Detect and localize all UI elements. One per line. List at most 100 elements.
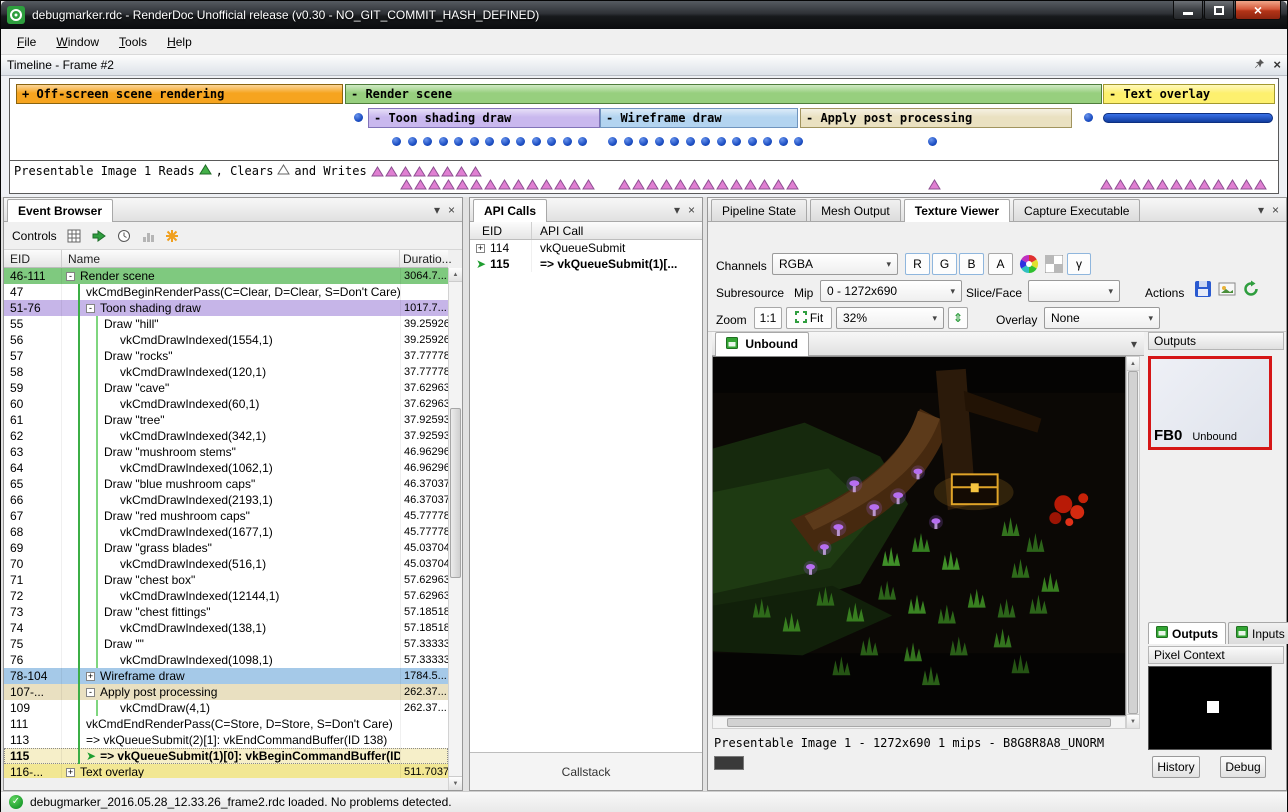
column-api-call[interactable]: API Call [532,222,702,239]
timeline-drawcall-dot[interactable] [928,137,937,146]
tab-outputs[interactable]: Outputs [1148,622,1226,644]
mip-select[interactable]: 0 - 1272x690▾ [820,280,962,302]
timeline-drawcall-dot[interactable] [532,137,541,146]
timeline-overlay-pill[interactable] [1103,113,1273,123]
timeline-drawcall-dot[interactable] [763,137,772,146]
timeline-drawcall-dot[interactable] [717,137,726,146]
api-call-row[interactable]: ➤115=> vkQueueSubmit(1)[... [470,256,702,272]
event-row[interactable]: 62vkCmdDrawIndexed(342,1)37.92593 [4,428,448,444]
api-call-row[interactable]: +114vkQueueSubmit [470,240,702,256]
history-button[interactable]: History [1152,756,1200,778]
timeline-bar[interactable]: - Toon shading draw [368,108,600,128]
tab-texture-viewer[interactable]: Texture Viewer [904,199,1010,222]
timeline-drawcall-dot[interactable] [624,137,633,146]
zoom-1-1-button[interactable]: 1:1 [754,307,782,329]
timeline-bar[interactable]: - Text overlay [1103,84,1275,104]
scroll-down-icon[interactable]: ▼ [449,776,462,790]
scrollbar-thumb[interactable] [450,408,461,578]
event-row[interactable]: 113=> vkQueueSubmit(2)[1]: vkEndCommandB… [4,732,448,748]
event-row[interactable]: 57Draw "rocks"37.77778 [4,348,448,364]
tab-event-browser[interactable]: Event Browser [7,199,113,222]
channel-r-button[interactable]: R [905,253,930,275]
stats-icon[interactable] [141,229,155,243]
menu-tools[interactable]: Tools [109,31,157,53]
tree-expander[interactable]: - [66,272,75,281]
dock-close-icon[interactable]: × [448,203,455,217]
tab-inputs[interactable]: Inputs [1228,622,1288,644]
texture-horizontal-scrollbar[interactable] [712,716,1126,729]
menu-window[interactable]: Window [46,31,109,53]
tree-expander[interactable]: + [476,244,485,253]
event-row[interactable]: 67Draw "red mushroom caps"45.77778 [4,508,448,524]
timeline-drawcall-dot[interactable] [655,137,664,146]
event-row[interactable]: 69Draw "grass blades"45.03704 [4,540,448,556]
timeline-drawcall-dot[interactable] [392,137,401,146]
dock-dropdown-icon[interactable]: ▾ [1258,203,1264,217]
column-name[interactable]: Name [62,250,400,267]
timeline-drawcall-dot[interactable] [578,137,587,146]
event-row[interactable]: 55Draw "hill"39.25926 [4,316,448,332]
checkerboard-icon[interactable] [1045,255,1063,276]
event-row[interactable]: 64vkCmdDrawIndexed(1062,1)46.96296 [4,460,448,476]
event-row[interactable]: 72vkCmdDrawIndexed(12144,1)57.62963 [4,588,448,604]
event-row[interactable]: 65Draw "blue mushroom caps"46.37037 [4,476,448,492]
tab-mesh-output[interactable]: Mesh Output [810,199,901,221]
event-row[interactable]: 109vkCmdDraw(4,1)262.37... [4,700,448,716]
usage-markers[interactable] [1100,179,1267,190]
time-durations-icon[interactable] [165,229,179,243]
timeline-drawcall-dot[interactable] [516,137,525,146]
event-row[interactable]: 74vkCmdDrawIndexed(138,1)57.18518 [4,620,448,636]
tab-api-calls[interactable]: API Calls [473,199,547,222]
gamma-button[interactable]: γ [1067,253,1091,275]
event-row[interactable]: 58vkCmdDrawIndexed(120,1)37.77778 [4,364,448,380]
timeline-bar[interactable]: + Off-screen scene rendering [16,84,343,104]
menu-file[interactable]: File [7,31,46,53]
event-row[interactable]: 75Draw ""57.33333 [4,636,448,652]
close-panel-icon[interactable]: × [1273,59,1281,71]
timeline-drawcall-dot[interactable] [354,113,363,122]
timeline-drawcall-dot[interactable] [485,137,494,146]
column-eid[interactable]: EID [470,222,532,239]
event-row[interactable]: 46-111-Render scene3064.7... [4,268,448,284]
dock-close-icon[interactable]: × [1272,203,1279,217]
zoom-fit-button[interactable]: Fit [786,307,832,329]
menu-help[interactable]: Help [157,31,202,53]
column-eid[interactable]: EID [4,250,62,267]
channels-select[interactable]: RGBA▾ [772,253,898,275]
channel-a-button[interactable]: A [988,253,1013,275]
overlay-select[interactable]: None▾ [1044,307,1160,329]
tree-expander[interactable]: + [66,768,75,777]
timeline-drawcall-dot[interactable] [439,137,448,146]
pin-icon[interactable] [1254,58,1265,72]
timer-icon[interactable] [117,229,131,243]
usage-markers[interactable] [618,179,799,190]
timeline-drawcall-dot[interactable] [779,137,788,146]
timeline-bar[interactable]: - Apply post processing [800,108,1072,128]
color-wheel-icon[interactable] [1019,254,1039,277]
titlebar[interactable]: debugmarker.rdc - RenderDoc Unofficial r… [1,1,1287,29]
timeline-bar[interactable]: - Render scene [345,84,1102,104]
tree-expander[interactable]: - [86,688,95,697]
timeline-drawcall-dot[interactable] [686,137,695,146]
export-image-icon[interactable] [1218,280,1236,301]
timeline-drawcall-dot[interactable] [608,137,617,146]
tree-expander[interactable]: + [86,672,95,681]
timeline-drawcall-dot[interactable] [701,137,710,146]
event-row[interactable]: 76vkCmdDrawIndexed(1098,1)57.33333 [4,652,448,668]
event-row[interactable]: 56vkCmdDrawIndexed(1554,1)39.25926 [4,332,448,348]
goto-current-icon[interactable] [91,229,107,243]
event-row[interactable]: 70vkCmdDrawIndexed(516,1)45.03704 [4,556,448,572]
dock-close-icon[interactable]: × [688,203,695,217]
maximize-button[interactable] [1204,1,1234,20]
timeline-drawcall-dot[interactable] [454,137,463,146]
texture-canvas[interactable] [712,356,1126,716]
dock-dropdown-icon[interactable]: ▾ [434,203,440,217]
timeline-drawcall-dot[interactable] [794,137,803,146]
timeline-drawcall-dot[interactable] [563,137,572,146]
callstack-section[interactable]: Callstack [470,752,702,790]
pixel-context-canvas[interactable] [1148,666,1272,750]
timeline-drawcall-dot[interactable] [732,137,741,146]
timeline-drawcall-dot[interactable] [1084,113,1093,122]
event-row[interactable]: 68vkCmdDrawIndexed(1677,1)45.77778 [4,524,448,540]
event-row[interactable]: 63Draw "mushroom stems"46.96296 [4,444,448,460]
